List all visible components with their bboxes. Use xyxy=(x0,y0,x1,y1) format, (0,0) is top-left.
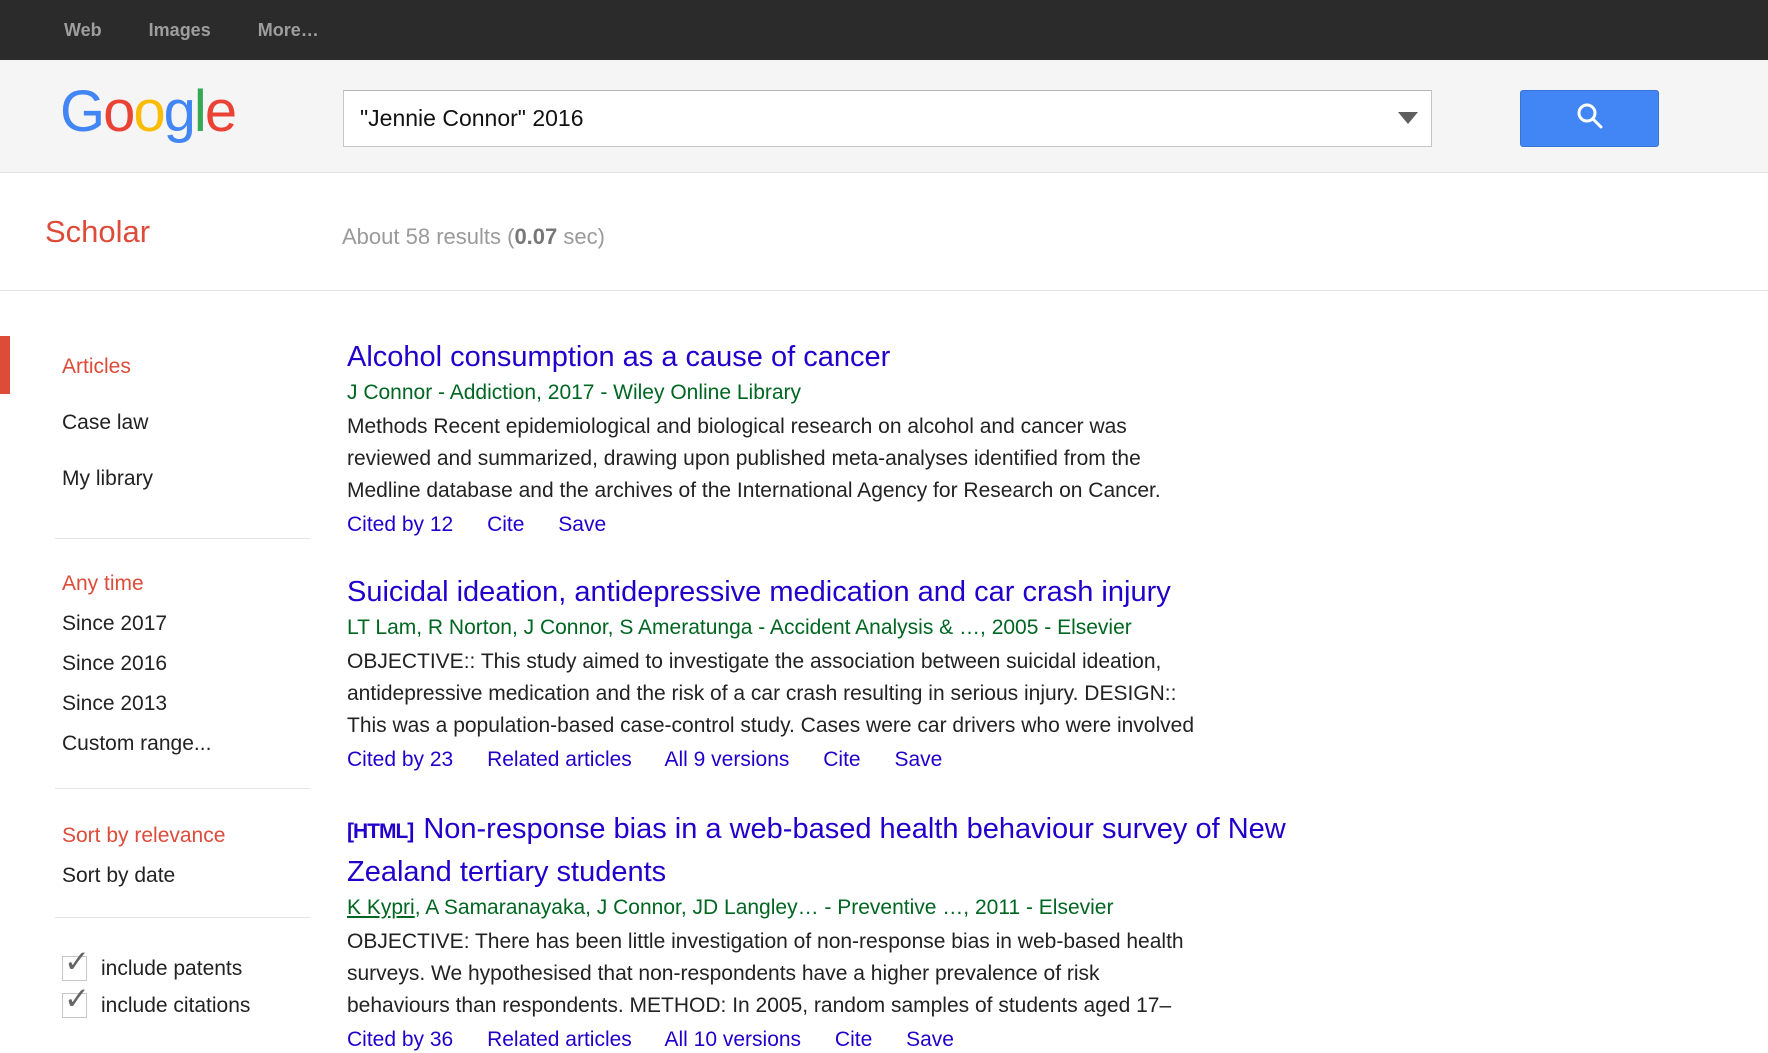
topbar-item-web[interactable]: Web xyxy=(64,20,102,41)
checkmark-icon: ✓ xyxy=(64,946,90,977)
include-citations-checkbox[interactable]: ✓ include citations xyxy=(62,987,347,1024)
checkbox[interactable]: ✓ xyxy=(62,993,87,1018)
all-versions-link[interactable]: All 9 versions xyxy=(665,748,790,771)
cited-by-link[interactable]: Cited by 12 xyxy=(347,513,453,536)
result-title-link[interactable]: Suicidal ideation, antidepressive medica… xyxy=(347,572,1527,612)
sidebar-item-my-library[interactable]: My library xyxy=(62,451,347,507)
filter-since-2016[interactable]: Since 2016 xyxy=(62,644,347,684)
html-format-badge: [HTML] xyxy=(347,820,413,843)
include-citations-label: include citations xyxy=(101,994,250,1018)
result-snippet: Methods Recent epidemiological and biolo… xyxy=(347,411,1527,507)
result-title-link[interactable]: Alcohol consumption as a cause of cancer xyxy=(347,337,1527,377)
cite-link[interactable]: Cite xyxy=(487,513,524,536)
related-articles-link[interactable]: Related articles xyxy=(487,1028,632,1051)
active-indicator xyxy=(0,336,10,394)
search-result: Alcohol consumption as a cause of cancer… xyxy=(347,337,1527,538)
checkbox[interactable]: ✓ xyxy=(62,956,87,981)
result-authors: LT Lam, R Norton, J Connor, S Ameratunga… xyxy=(347,615,1527,641)
results-stats: About 58 results (0.07 sec) xyxy=(342,224,605,250)
result-snippet: OBJECTIVE:: This study aimed to investig… xyxy=(347,646,1527,742)
result-authors: J Connor - Addiction, 2017 - Wiley Onlin… xyxy=(347,380,1527,406)
sidebar-divider xyxy=(55,917,310,918)
filter-custom-range[interactable]: Custom range... xyxy=(62,724,347,764)
topbar-item-images[interactable]: Images xyxy=(149,20,211,41)
save-link[interactable]: Save xyxy=(894,748,942,771)
cite-link[interactable]: Cite xyxy=(835,1028,872,1051)
search-results-list: Alcohol consumption as a cause of cancer… xyxy=(347,291,1527,1053)
filter-since-2013[interactable]: Since 2013 xyxy=(62,684,347,724)
save-link[interactable]: Save xyxy=(906,1028,954,1051)
google-logo[interactable]: Google xyxy=(60,78,235,145)
result-actions: Cited by 23 Related articles All 9 versi… xyxy=(347,747,1527,773)
search-header: Google xyxy=(0,60,1768,173)
results-header: Scholar About 58 results (0.07 sec) xyxy=(0,174,1768,291)
result-title-text: Non-response bias in a web-based health … xyxy=(347,813,1286,888)
result-authors-rest: , A Samaranayaka, J Connor, JD Langley… … xyxy=(415,896,1114,919)
top-navigation-bar: Web Images More… xyxy=(0,0,1768,60)
scholar-brand-label: Scholar xyxy=(45,214,150,250)
sort-by-date[interactable]: Sort by date xyxy=(62,856,347,896)
search-icon xyxy=(1575,101,1605,136)
filters-sidebar: Articles Case law My library Any time Si… xyxy=(0,291,347,1038)
include-patents-label: include patents xyxy=(101,957,242,981)
search-result: [HTML]Non-response bias in a web-based h… xyxy=(347,809,1527,1053)
search-result: Suicidal ideation, antidepressive medica… xyxy=(347,572,1527,773)
sort-by-relevance[interactable]: Sort by relevance xyxy=(62,816,347,856)
result-title-link[interactable]: [HTML]Non-response bias in a web-based h… xyxy=(347,809,1527,892)
include-patents-checkbox[interactable]: ✓ include patents xyxy=(62,950,347,987)
stats-prefix: About 58 results ( xyxy=(342,224,514,249)
sidebar-divider xyxy=(55,788,310,789)
save-link[interactable]: Save xyxy=(558,513,606,536)
search-button[interactable] xyxy=(1520,90,1659,147)
sidebar-item-case-law[interactable]: Case law xyxy=(62,395,347,451)
stats-time: 0.07 xyxy=(514,224,557,249)
result-authors: K Kypri, A Samaranayaka, J Connor, JD La… xyxy=(347,895,1527,921)
related-articles-link[interactable]: Related articles xyxy=(487,748,632,771)
all-versions-link[interactable]: All 10 versions xyxy=(665,1028,802,1051)
sidebar-item-articles[interactable]: Articles xyxy=(62,339,347,395)
cite-link[interactable]: Cite xyxy=(823,748,860,771)
result-snippet: OBJECTIVE: There has been little investi… xyxy=(347,926,1527,1022)
cited-by-link[interactable]: Cited by 23 xyxy=(347,748,453,771)
search-options-chevron-down-icon[interactable] xyxy=(1398,112,1418,124)
filter-any-time[interactable]: Any time xyxy=(62,564,347,604)
filter-since-2017[interactable]: Since 2017 xyxy=(62,604,347,644)
result-actions: Cited by 12 Cite Save xyxy=(347,512,1527,538)
stats-suffix: sec) xyxy=(557,224,605,249)
cited-by-link[interactable]: Cited by 36 xyxy=(347,1028,453,1051)
search-input[interactable] xyxy=(343,90,1432,147)
checkmark-icon: ✓ xyxy=(64,983,90,1014)
author-profile-link[interactable]: K Kypri xyxy=(347,896,415,919)
sidebar-divider xyxy=(55,538,310,539)
result-actions: Cited by 36 Related articles All 10 vers… xyxy=(347,1027,1527,1053)
topbar-item-more[interactable]: More… xyxy=(258,20,319,41)
